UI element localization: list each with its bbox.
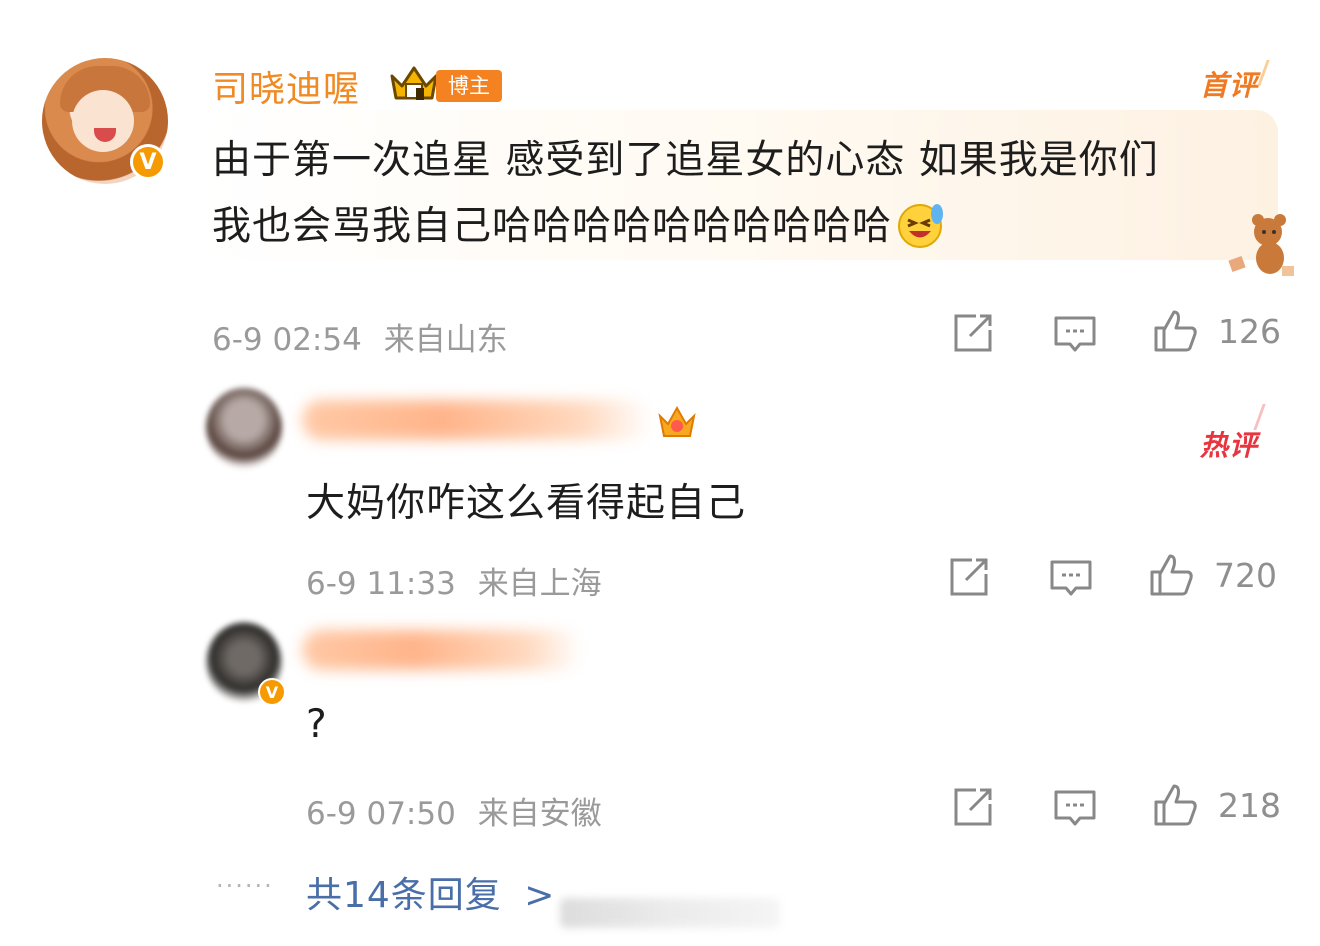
reply-text: ? bbox=[306, 702, 328, 747]
comment-icon[interactable] bbox=[1048, 554, 1094, 600]
verified-badge: V bbox=[258, 678, 286, 706]
comment-meta: 6-9 07:50 来自安徽 bbox=[306, 788, 602, 833]
sparkle-icon bbox=[1253, 404, 1286, 430]
timestamp: 6-9 02:54 bbox=[212, 322, 362, 358]
username[interactable]: 司晓迪喔 bbox=[212, 60, 360, 112]
blogger-badge: 博主 bbox=[436, 70, 502, 102]
crown-icon bbox=[390, 66, 438, 100]
location: 来自安徽 bbox=[477, 796, 602, 832]
verified-badge: V bbox=[130, 144, 166, 180]
comment-icon[interactable] bbox=[1052, 784, 1098, 830]
sparkle-icon bbox=[1257, 60, 1290, 86]
comment-text-line: 我也会骂我自己哈哈哈哈哈哈哈哈哈哈 bbox=[212, 194, 1272, 260]
comment-meta: 6-9 11:33 来自上海 bbox=[306, 558, 602, 603]
like-count: 720 bbox=[1214, 556, 1277, 595]
thumbs-up-icon[interactable] bbox=[1148, 552, 1194, 598]
location: 来自上海 bbox=[477, 566, 602, 602]
more-replies-link[interactable]: 共14条回复 > bbox=[306, 866, 555, 918]
first-comment-tag: 首评 bbox=[1200, 69, 1259, 102]
laughing-emoji-icon bbox=[898, 203, 944, 248]
hot-comment-tag: 热评 bbox=[1200, 429, 1259, 462]
bear-sticker-icon bbox=[1228, 214, 1294, 276]
share-icon[interactable] bbox=[950, 310, 996, 356]
username[interactable] bbox=[302, 630, 582, 670]
share-icon[interactable] bbox=[950, 784, 996, 830]
thumbs-up-icon[interactable] bbox=[1152, 782, 1198, 828]
more-replies-label: 共14条回复 bbox=[306, 875, 502, 916]
watermark bbox=[560, 898, 780, 928]
comment-icon[interactable] bbox=[1052, 310, 1098, 356]
avatar[interactable] bbox=[206, 388, 282, 468]
ellipsis-divider: ······ bbox=[216, 872, 274, 900]
timestamp: 6-9 11:33 bbox=[306, 566, 456, 602]
like-count: 218 bbox=[1218, 786, 1281, 825]
comment-text: 由于第一次追星 感受到了追星女的心态 如果我是你们 我也会骂我自己哈哈哈哈哈哈哈… bbox=[212, 128, 1272, 260]
comment-text-line: 由于第一次追星 感受到了追星女的心态 如果我是你们 bbox=[212, 138, 1159, 183]
comment-text-span: 我也会骂我自己哈哈哈哈哈哈哈哈哈哈 bbox=[212, 204, 893, 249]
like-count: 126 bbox=[1218, 312, 1281, 351]
username[interactable] bbox=[302, 400, 652, 440]
timestamp: 6-9 07:50 bbox=[306, 796, 456, 832]
share-icon[interactable] bbox=[946, 554, 992, 600]
thumbs-up-icon[interactable] bbox=[1152, 308, 1198, 354]
crown-icon bbox=[658, 405, 696, 437]
comment-meta: 6-9 02:54 来自山东 bbox=[212, 314, 508, 359]
chevron-right-icon: > bbox=[524, 875, 556, 916]
reply-text: 大妈你咋这么看得起自己 bbox=[306, 481, 747, 526]
location: 来自山东 bbox=[383, 322, 508, 358]
